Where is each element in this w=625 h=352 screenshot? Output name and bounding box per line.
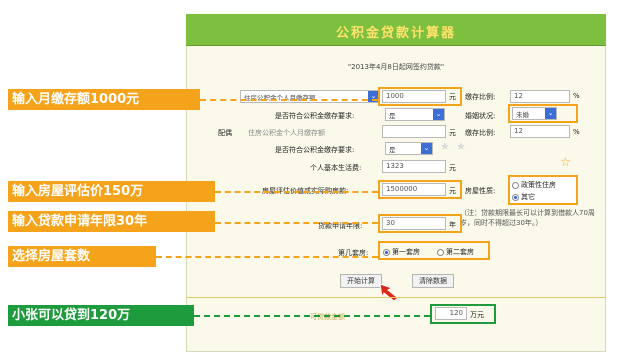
clear-button[interactable]: 清除数据 — [412, 274, 454, 288]
spouse-ratio-input[interactable]: 12 — [510, 125, 570, 138]
second-house-option[interactable]: 第二套房 — [437, 247, 474, 257]
callout-monthly-deposit: 输入月缴存额1000元 — [8, 89, 200, 110]
marital-label: 婚姻状况: — [465, 112, 496, 120]
star-icon: ☆ — [560, 155, 571, 169]
first-house-option[interactable]: 第一套房 — [383, 247, 420, 257]
star-icon: ★ — [440, 140, 450, 153]
monthly-deposit-input[interactable]: 1000 — [382, 90, 446, 103]
deposit-ratio-label: 缴存比例: — [465, 93, 496, 101]
chevron-down-icon: ⌄ — [421, 143, 432, 154]
valuation-unit: 元 — [449, 187, 456, 195]
result-label: 可贷款金额 — [310, 313, 345, 321]
chevron-down-icon: ⌄ — [545, 108, 556, 119]
applicant-deposit-select[interactable]: 住房公积金个人月缴存额 ⌄ — [240, 90, 380, 103]
result-divider — [186, 297, 606, 298]
chevron-down-icon: ⌄ — [433, 109, 444, 120]
meets-req-select-label: 是 — [389, 112, 396, 120]
callout-loan-term: 输入贷款申请年限30年 — [8, 211, 215, 232]
spouse-meets-req-label: 是否符合公积金缴存要求: — [275, 146, 355, 154]
callout-monthly-deposit-connector — [200, 99, 378, 101]
calculator-title: 公积金贷款计算器 — [335, 26, 456, 41]
house-type-label: 房屋性质: — [465, 187, 496, 195]
callout-valuation: 输入房屋评估价150万 — [8, 181, 215, 202]
meets-req-label: 是否符合公积金缴存要求: — [275, 112, 355, 120]
callout-result: 小张可以贷到120万 — [8, 305, 194, 326]
loan-term-unit: 年 — [449, 221, 456, 229]
calculate-button[interactable]: 开始计算 — [340, 274, 382, 288]
spouse-ratio-label: 缴存比例: — [465, 129, 496, 137]
living-cost-input[interactable]: 1323 — [382, 160, 446, 173]
monthly-deposit-unit: 元 — [449, 93, 456, 101]
result-unit: 万元 — [470, 311, 484, 319]
house-type-policy-option[interactable]: 政策性住房 — [512, 180, 556, 190]
loan-term-note: （注：贷款期限最长可以计算到借款人70周岁，同时不得超过30年。） — [460, 209, 595, 227]
star-icon: ★ — [456, 140, 466, 153]
living-cost-label: 个人基本生活费: — [310, 164, 362, 172]
radio-on-icon — [383, 248, 390, 256]
callout-house-count-connector — [156, 256, 378, 258]
calculator-subtitle: "2013年4月8日起网签约贷款" — [347, 63, 445, 71]
radio-on-icon — [512, 193, 519, 201]
spouse-meets-req-select[interactable]: 是 ⌄ — [385, 142, 433, 155]
deposit-ratio-unit: % — [573, 92, 580, 100]
marital-select-label: 未婚 — [516, 111, 529, 119]
marital-select[interactable]: 未婚 ⌄ — [512, 107, 557, 120]
callout-house-count: 选择房屋套数 — [8, 246, 156, 267]
radio-off-icon — [512, 181, 519, 189]
spouse-deposit-unit: 元 — [449, 129, 456, 137]
deposit-ratio-input[interactable]: 12 — [510, 90, 570, 103]
house-type-other-option[interactable]: 其它 — [512, 192, 535, 202]
result-value: 120 — [435, 307, 467, 320]
callout-result-connector — [194, 315, 430, 317]
spouse-label: 配偶 — [218, 129, 232, 137]
cursor-arrow-icon — [378, 282, 406, 302]
living-cost-unit: 元 — [449, 164, 456, 172]
valuation-input[interactable]: 1500000 — [382, 183, 446, 196]
radio-off-icon — [437, 248, 444, 256]
callout-valuation-connector — [215, 191, 378, 193]
spouse-deposit-input[interactable] — [382, 125, 446, 138]
callout-loan-term-connector — [215, 222, 378, 224]
spouse-meets-req-select-label: 是 — [389, 146, 396, 154]
spouse-deposit-label: 住房公积金个人月缴存额 — [248, 129, 325, 137]
spouse-ratio-unit: % — [573, 128, 580, 136]
loan-term-input[interactable]: 30 — [382, 217, 446, 230]
meets-req-select[interactable]: 是 ⌄ — [385, 108, 445, 121]
